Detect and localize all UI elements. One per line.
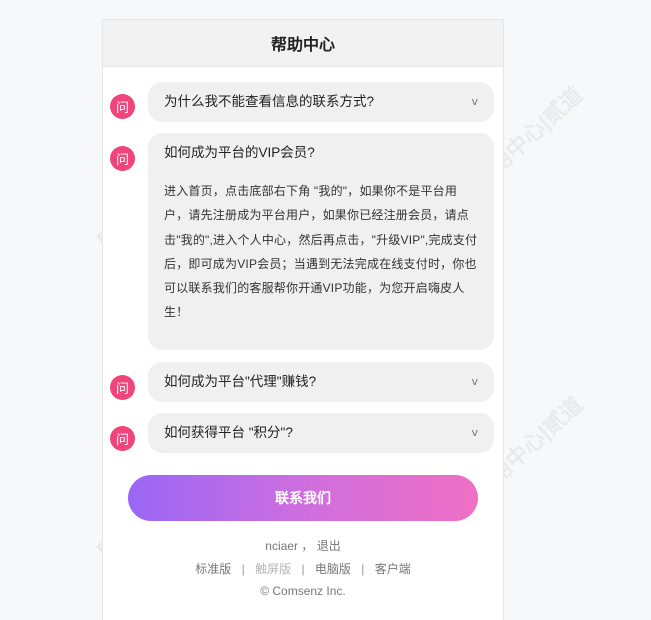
question-badge-icon: 问 [110, 146, 135, 171]
page-title: 帮助中心 [103, 20, 503, 67]
comma-separator: ， [301, 539, 314, 553]
faq-question: 如何成为平台"代理"赚钱? [164, 374, 317, 389]
chevron-down-icon[interactable]: v [471, 362, 478, 402]
faq-question: 如何成为平台的VIP会员? [164, 145, 315, 160]
question-badge-icon: 问 [110, 375, 135, 400]
link-desktop[interactable]: 电脑版 [315, 562, 351, 576]
faq-question: 为什么我不能查看信息的联系方式? [164, 94, 375, 109]
chevron-down-icon[interactable]: v [471, 413, 478, 453]
help-panel: 帮助中心 问 为什么我不能查看信息的联系方式? v 问 如何成为平台的VIP会员… [102, 19, 504, 620]
faq-question-bubble[interactable]: 如何获得平台 "积分"? v [148, 413, 494, 453]
question-badge-icon: 问 [110, 94, 135, 119]
copyright: © Comsenz Inc. [260, 584, 346, 598]
question-badge-icon: 问 [110, 426, 135, 451]
logout-link[interactable]: 退出 [317, 539, 341, 553]
faq-question-bubble[interactable]: 如何成为平台的VIP会员? 进入首页，点击底部右下角 "我的"，如果你不是平台用… [148, 133, 494, 350]
footer-user-row: nciaer ， 退出 [103, 537, 503, 554]
faq-question-bubble[interactable]: 如何成为平台"代理"赚钱? v [148, 362, 494, 402]
divider: | [361, 562, 365, 576]
faq-answer: 进入首页，点击底部右下角 "我的"，如果你不是平台用户，请先注册成为平台用户，如… [164, 184, 478, 320]
faq-question: 如何获得平台 "积分"? [164, 425, 293, 440]
divider: | [241, 562, 245, 576]
divider: | [301, 562, 305, 576]
footer-links: 标准版 | 触屏版 | 电脑版 | 客户端 [103, 560, 503, 577]
username-link[interactable]: nciaer [265, 539, 298, 553]
page-title-text: 帮助中心 [270, 37, 335, 54]
faq-question-bubble[interactable]: 为什么我不能查看信息的联系方式? v [148, 82, 494, 122]
link-standard[interactable]: 标准版 [195, 562, 231, 576]
link-client[interactable]: 客户端 [375, 562, 411, 576]
contact-us-label: 联系我们 [275, 490, 331, 506]
chevron-down-icon[interactable]: v [471, 82, 478, 122]
contact-us-button[interactable]: 联系我们 [128, 475, 478, 521]
link-touch[interactable]: 触屏版 [255, 562, 291, 576]
